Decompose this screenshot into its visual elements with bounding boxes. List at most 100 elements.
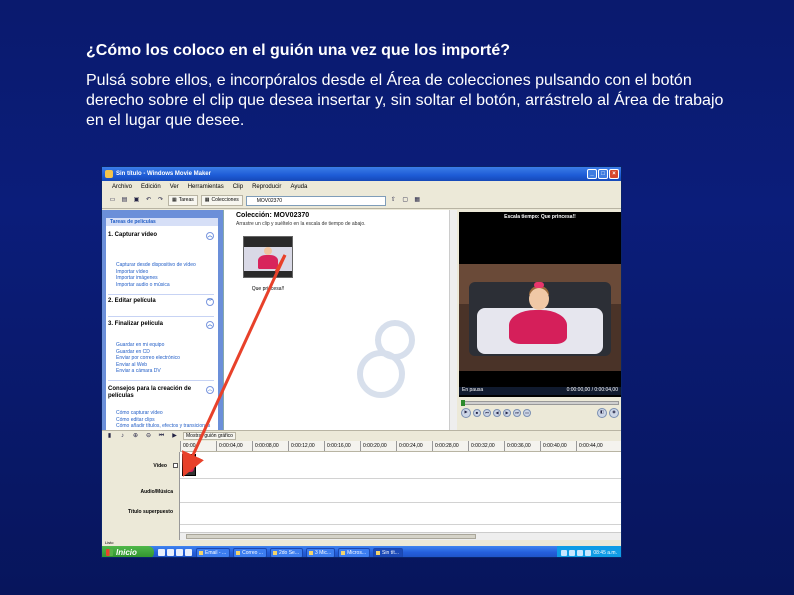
task-link[interactable]: Importar audio o música — [116, 282, 216, 289]
chevron-up-icon[interactable]: ︿ — [206, 321, 214, 329]
ruler-tick: 0:00:20,00 — [360, 441, 396, 451]
tray-icon[interactable] — [561, 549, 568, 556]
new-project-icon[interactable]: ▭ — [108, 196, 117, 205]
tray-icon[interactable] — [569, 549, 576, 556]
zoom-in-icon[interactable]: ⊕ — [131, 432, 140, 441]
close-button[interactable]: × — [609, 169, 619, 179]
taskbar-window[interactable]: Email - ... — [196, 547, 231, 557]
ruler-tick: 0:00:36,00 — [504, 441, 540, 451]
play-icon[interactable]: ▶ — [461, 408, 471, 418]
task-section-edit[interactable]: 2. Editar película ﹀ — [106, 298, 218, 306]
rewind-icon[interactable]: ◀ — [493, 409, 501, 417]
video-track[interactable] — [180, 452, 621, 479]
movie-maker-icon — [105, 170, 113, 178]
fullscreen-icon[interactable]: ▭ — [523, 409, 531, 417]
taskbar-window[interactable]: Correo ... — [233, 547, 267, 557]
minimize-button[interactable]: _ — [587, 169, 597, 179]
clip-label[interactable]: Que princesa!! — [242, 286, 294, 292]
tray-icon[interactable] — [585, 549, 592, 556]
quick-launch-icon[interactable] — [185, 549, 192, 556]
timeline-tracks[interactable] — [180, 452, 621, 544]
chevron-up-icon[interactable]: ︿ — [206, 386, 214, 394]
preview-monitor: Escala tiempo: Que princesa!! En pausa 0… — [457, 210, 621, 430]
quick-launch-icon[interactable] — [167, 549, 174, 556]
track-label-audio: Audio/Música — [140, 489, 173, 495]
preview-screen: Escala tiempo: Que princesa!! En pausa 0… — [459, 212, 621, 397]
tasks-pane-header: Tareas de películas — [106, 218, 218, 226]
menu-herramientas[interactable]: Herramientas — [188, 181, 224, 193]
task-link[interactable]: Enviar a cámara DV — [116, 368, 216, 375]
chevron-down-icon[interactable]: ﹀ — [206, 298, 214, 306]
seek-bar[interactable] — [461, 400, 619, 406]
collections-button[interactable]: ▦ Colecciones — [200, 195, 243, 206]
ruler-tick: 0:00:24,00 — [396, 441, 432, 451]
film-reel-icon — [357, 320, 427, 400]
set-audio-levels-icon[interactable]: ▮ — [105, 432, 114, 441]
task-link[interactable]: Cómo añadir títulos, efectos y transicio… — [116, 423, 216, 430]
open-folder-icon[interactable]: ▤ — [120, 196, 129, 205]
seek-handle[interactable] — [461, 400, 465, 406]
taskbar-window[interactable]: 3 Mic... — [305, 547, 336, 557]
show-storyboard-button[interactable]: Mostrar guión gráfico — [183, 432, 236, 440]
snapshot-icon[interactable]: ◉ — [609, 408, 619, 418]
divider — [108, 294, 214, 295]
collection-scrollbar[interactable] — [449, 210, 457, 430]
collections-button-label: Colecciones — [211, 197, 239, 203]
play-timeline-icon[interactable]: ▶ — [170, 432, 179, 441]
task-links-finish: Guardar en mi equipo Guardar en CD Envia… — [116, 342, 216, 375]
task-section-capture[interactable]: 1. Capturar vídeo ︿ — [106, 232, 218, 240]
forward-icon[interactable]: ▶ — [503, 409, 511, 417]
narrate-icon[interactable]: ♪ — [118, 432, 127, 441]
expand-video-track-icon[interactable] — [173, 463, 178, 468]
taskbar-window[interactable]: 2do Se... — [269, 547, 303, 557]
task-section-finish[interactable]: 3. Finalizar película ︿ — [106, 321, 218, 329]
tray-icon[interactable] — [577, 549, 584, 556]
ruler-tick: 0:00:44,00 — [576, 441, 612, 451]
redo-icon[interactable]: ↷ — [156, 196, 165, 205]
scrollbar-thumb[interactable] — [186, 534, 476, 539]
quick-launch-icon[interactable] — [158, 549, 165, 556]
next-icon[interactable]: ⏭ — [513, 409, 521, 417]
split-icon[interactable]: ◧ — [597, 408, 607, 418]
window-titlebar[interactable]: Sin título - Windows Movie Maker _ □ × — [102, 167, 621, 181]
menu-clip[interactable]: Clip — [233, 181, 243, 193]
new-folder-icon[interactable]: ▢ — [401, 196, 410, 205]
views-icon[interactable]: ▦ — [413, 196, 422, 205]
quick-launch-icon[interactable] — [176, 549, 183, 556]
taskbar-window[interactable]: Micros... — [338, 547, 370, 557]
collection-combo[interactable]: MOV02370 — [245, 195, 386, 206]
ruler-tick: 0:00:12,00 — [288, 441, 324, 451]
menu-edicion[interactable]: Edición — [141, 181, 161, 193]
timeline-video-clip[interactable] — [182, 454, 196, 476]
audio-track[interactable] — [180, 479, 621, 503]
maximize-button[interactable]: □ — [598, 169, 608, 179]
ruler-tick: 0:00:32,00 — [468, 441, 504, 451]
rewind-timeline-icon[interactable]: ⏮ — [157, 432, 166, 441]
windows-logo-icon — [106, 549, 113, 556]
save-icon[interactable]: ▣ — [132, 196, 141, 205]
zoom-out-icon[interactable]: ⊖ — [144, 432, 153, 441]
stop-icon[interactable]: ■ — [473, 409, 481, 417]
task-section-tips[interactable]: Consejos para la creación de películas — [106, 386, 200, 400]
up-folder-icon[interactable]: ⇧ — [389, 196, 398, 205]
windows-taskbar: Inicio Email - ... Correo ... 2do Se... … — [102, 546, 621, 557]
tasks-button[interactable]: ▦ Tareas — [168, 195, 198, 206]
system-tray: 08:45 a.m. — [557, 546, 621, 557]
menu-archivo[interactable]: Archivo — [112, 181, 132, 193]
start-label: Inicio — [116, 548, 137, 557]
taskbar-window-active[interactable]: Sin tít... — [373, 547, 403, 557]
start-button[interactable]: Inicio — [102, 546, 154, 557]
divider — [108, 316, 214, 317]
title-overlay-track[interactable] — [180, 503, 621, 525]
menu-reproducir[interactable]: Reproducir — [252, 181, 281, 193]
chevron-up-icon[interactable]: ︿ — [206, 232, 214, 240]
clip-thumbnail[interactable] — [243, 236, 293, 278]
undo-icon[interactable]: ↶ — [144, 196, 153, 205]
task-section-title: 3. Finalizar película — [108, 321, 164, 327]
menu-ver[interactable]: Ver — [170, 181, 179, 193]
window-title: Sin título - Windows Movie Maker — [116, 171, 211, 177]
previous-icon[interactable]: ⏮ — [483, 409, 491, 417]
timeline-ruler[interactable]: 00:00 0:00:04,00 0:00:08,00 0:00:12,00 0… — [180, 441, 621, 452]
timeline-scrollbar[interactable] — [180, 532, 621, 540]
menu-ayuda[interactable]: Ayuda — [290, 181, 307, 193]
